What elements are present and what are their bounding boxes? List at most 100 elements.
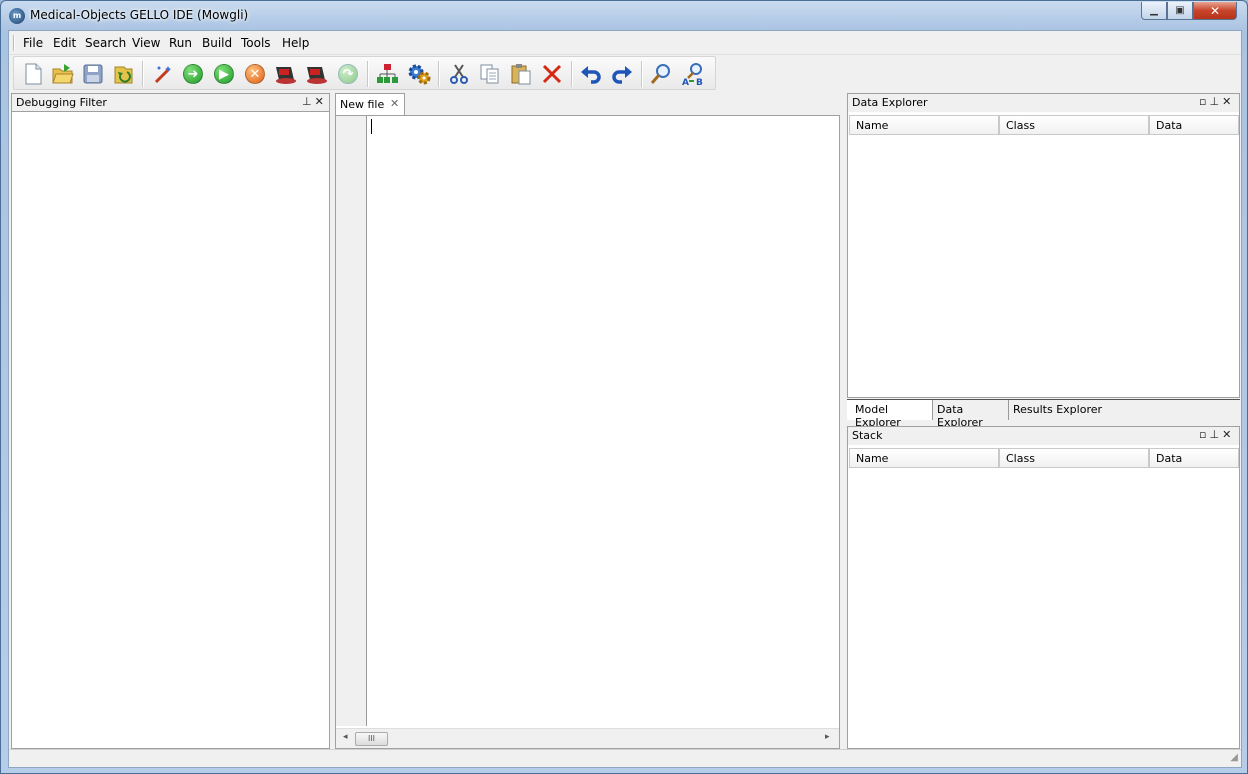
debugging-filter-header: Debugging Filter ⊥✕ <box>12 94 329 112</box>
find-button[interactable] <box>648 61 674 87</box>
delete-icon <box>542 64 562 84</box>
menu-view[interactable]: View <box>132 36 160 50</box>
run-button[interactable]: ▶ <box>211 61 237 87</box>
new-file-button[interactable] <box>20 61 46 87</box>
status-bar: ◢ <box>9 749 1241 767</box>
find-icon <box>650 64 670 84</box>
step-over-button[interactable]: ↷ <box>335 61 361 87</box>
float-icon[interactable]: ▫ <box>1199 428 1209 441</box>
window-title: Medical-Objects GELLO IDE (Mowgli) <box>30 8 249 22</box>
scroll-left-icon[interactable]: ◂ <box>343 732 348 742</box>
save-icon <box>83 64 103 84</box>
toolbar-separator <box>438 61 440 87</box>
replace-button[interactable]: AB <box>680 61 706 87</box>
redo-icon <box>612 66 632 84</box>
svg-text:A: A <box>682 78 689 86</box>
close-icon[interactable]: ✕ <box>315 95 327 108</box>
column-class[interactable]: Class <box>999 115 1149 135</box>
close-window-button[interactable]: ✕ <box>1193 2 1237 20</box>
float-icon[interactable]: ▫ <box>1199 95 1209 108</box>
maximize-icon: ▣ <box>1175 5 1185 16</box>
data-explorer-columns: Name Class Data <box>849 115 1239 135</box>
debugging-filter-panel: Debugging Filter ⊥✕ <box>11 93 330 749</box>
horizontal-scrollbar[interactable]: ◂ III ▸ <box>336 728 839 748</box>
save-button[interactable] <box>80 61 106 87</box>
stop-icon: ✕ <box>245 64 265 84</box>
line-gutter <box>336 116 367 726</box>
pin-icon[interactable]: ⊥ <box>302 95 315 108</box>
new-file-icon <box>25 63 42 85</box>
stack-panel: Stack ▫⊥✕ Name Class Data <box>847 426 1240 749</box>
stop-button[interactable]: ✕ <box>242 61 268 87</box>
stack-columns: Name Class Data <box>849 448 1239 468</box>
data-explorer-header: Data Explorer ▫⊥✕ <box>848 94 1239 112</box>
menu-edit[interactable]: Edit <box>53 36 76 50</box>
go-button[interactable]: ➜ <box>180 61 206 87</box>
debug-icon <box>276 67 296 84</box>
tab-model-explorer[interactable]: Model Explorer <box>847 400 933 429</box>
debug-step-icon <box>307 67 327 84</box>
revert-icon <box>114 66 133 84</box>
menu-tools[interactable]: Tools <box>241 36 271 50</box>
revert-button[interactable] <box>110 61 136 87</box>
debug-button[interactable] <box>272 61 298 87</box>
play-icon: ▶ <box>214 64 234 84</box>
close-tab-icon[interactable]: ✕ <box>390 97 399 110</box>
wizard-button[interactable] <box>150 61 176 87</box>
app-window: m Medical-Objects GELLO IDE (Mowgli) ▁ ▣… <box>0 0 1248 774</box>
column-data[interactable]: Data <box>1149 448 1239 468</box>
resize-grip-icon[interactable]: ◢ <box>1230 752 1238 763</box>
open-file-icon <box>52 64 74 84</box>
scroll-right-icon[interactable]: ▸ <box>825 732 830 742</box>
stack-title: Stack <box>852 429 883 442</box>
scroll-thumb[interactable]: III <box>355 732 388 746</box>
column-name[interactable]: Name <box>849 115 999 135</box>
copy-button[interactable] <box>477 61 503 87</box>
code-editor[interactable]: ◂ III ▸ <box>335 115 840 749</box>
pin-icon[interactable]: ⊥ <box>1209 428 1222 441</box>
model-tree-icon <box>377 64 398 83</box>
tab-data-explorer[interactable]: Data Explorer <box>933 400 1009 429</box>
toolbar-separator <box>641 61 643 87</box>
toolbar-separator <box>142 61 144 87</box>
paste-icon <box>511 64 531 85</box>
menu-build[interactable]: Build <box>202 36 232 50</box>
menu-help[interactable]: Help <box>282 36 309 50</box>
menu-search[interactable]: Search <box>85 36 126 50</box>
text-cursor <box>371 119 372 134</box>
undo-icon <box>581 66 601 84</box>
column-class[interactable]: Class <box>999 448 1149 468</box>
go-arrow-icon: ➜ <box>183 64 203 84</box>
toolbar-separator <box>571 61 573 87</box>
debugging-filter-title: Debugging Filter <box>16 96 107 109</box>
redo-button[interactable] <box>609 61 635 87</box>
data-explorer-title: Data Explorer <box>852 96 928 109</box>
build-settings-button[interactable] <box>406 61 432 87</box>
app-logo-icon: m <box>9 8 25 24</box>
delete-button[interactable] <box>539 61 565 87</box>
toolbar-separator <box>367 61 369 87</box>
copy-icon <box>480 64 499 84</box>
model-tree-button[interactable] <box>374 61 400 87</box>
paste-button[interactable] <box>508 61 534 87</box>
title-bar[interactable]: m Medical-Objects GELLO IDE (Mowgli) ▁ ▣… <box>1 1 1247 29</box>
explorer-tab-strip: Model Explorer Data Explorer Results Exp… <box>847 399 1240 429</box>
editor-area: New file ✕ ◂ III ▸ <box>335 93 840 749</box>
column-data[interactable]: Data <box>1149 115 1239 135</box>
open-file-button[interactable] <box>50 61 76 87</box>
maximize-button[interactable]: ▣ <box>1167 2 1193 20</box>
menu-file[interactable]: File <box>23 36 43 50</box>
data-explorer-panel: Data Explorer ▫⊥✕ Name Class Data <box>847 93 1240 398</box>
close-icon[interactable]: ✕ <box>1222 428 1234 441</box>
column-name[interactable]: Name <box>849 448 999 468</box>
main-toolbar: ➜ ▶ ✕ ↷ A B <box>13 56 716 90</box>
tab-results-explorer[interactable]: Results Explorer <box>1009 400 1109 420</box>
pin-icon[interactable]: ⊥ <box>1209 95 1222 108</box>
tab-new-file[interactable]: New file ✕ <box>335 93 405 115</box>
close-icon[interactable]: ✕ <box>1222 95 1234 108</box>
menu-run[interactable]: Run <box>169 36 192 50</box>
minimize-button[interactable]: ▁ <box>1141 2 1167 20</box>
undo-button[interactable] <box>578 61 604 87</box>
cut-button[interactable] <box>446 61 472 87</box>
debug-step-button[interactable] <box>303 61 329 87</box>
